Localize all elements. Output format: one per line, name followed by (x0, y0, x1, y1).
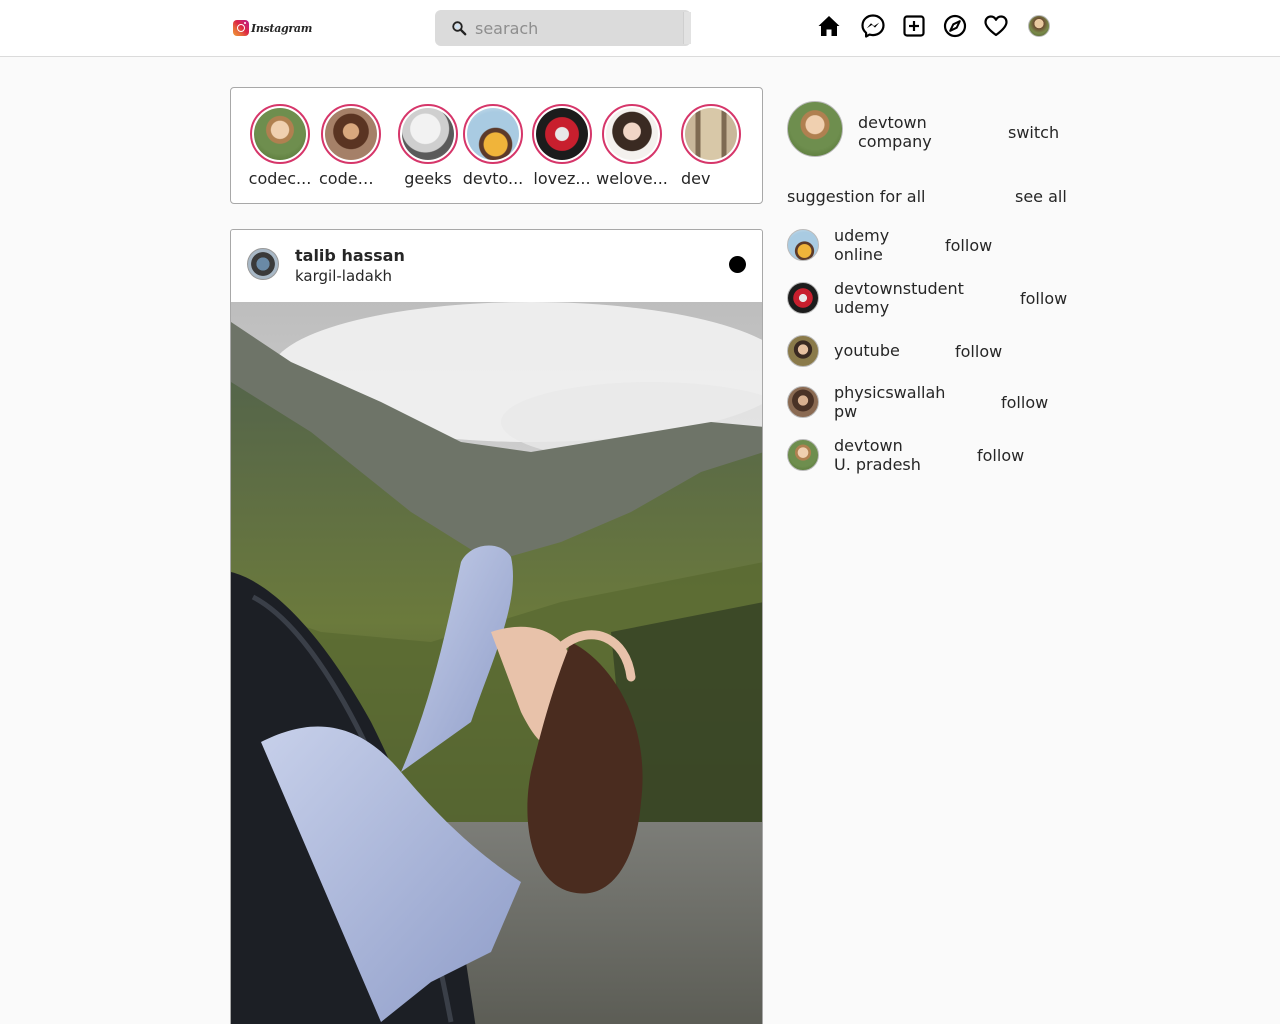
post-image[interactable] (231, 302, 763, 1024)
follow-button[interactable]: follow (1001, 393, 1048, 412)
profile-avatar[interactable] (1028, 15, 1050, 37)
story-avatar (254, 108, 306, 160)
messenger-icon[interactable] (860, 13, 886, 39)
suggestion-username[interactable]: udemy online (834, 226, 889, 264)
suggestion-avatar[interactable] (787, 386, 819, 418)
story-avatar (536, 108, 588, 160)
suggestion-username[interactable]: physicswallah pw (834, 383, 945, 421)
instagram-camera-icon (233, 20, 249, 36)
post-author-username[interactable]: talib hassan (295, 246, 405, 265)
suggestion-username[interactable]: youtube (834, 341, 900, 360)
switch-account-button[interactable]: switch (1008, 123, 1059, 142)
story-avatar (606, 108, 658, 160)
current-user-avatar[interactable] (787, 101, 843, 157)
follow-button[interactable]: follow (1020, 289, 1067, 308)
new-post-icon[interactable] (901, 13, 927, 39)
search-input[interactable] (475, 16, 675, 40)
suggestion-avatar[interactable] (787, 282, 819, 314)
suggestion-avatar[interactable] (787, 439, 819, 471)
stories-bar: codec... codeni... geeks devto... lovez.… (230, 87, 763, 204)
story-item[interactable]: dev (679, 104, 743, 188)
suggestions-heading: suggestion for all (787, 187, 926, 206)
story-username: geeks (404, 169, 452, 188)
top-navbar: Instagram (0, 0, 1280, 57)
story-avatar (325, 108, 377, 160)
suggestion-avatar[interactable] (787, 335, 819, 367)
story-username: codeni... (319, 169, 383, 188)
activity-heart-icon[interactable] (983, 13, 1009, 39)
see-all-link[interactable]: see all (1015, 187, 1067, 206)
current-user-name[interactable]: devtown company (858, 113, 932, 151)
story-item[interactable]: codeni... (319, 104, 383, 188)
story-item[interactable]: codec... (248, 104, 312, 188)
story-avatar (402, 108, 454, 160)
post-header: talib hassan kargil-ladakh (231, 230, 762, 302)
logo-wordmark: Instagram (251, 21, 313, 35)
story-username: dev (681, 169, 711, 188)
explore-icon[interactable] (942, 13, 968, 39)
follow-button[interactable]: follow (945, 236, 992, 255)
story-item[interactable]: geeks (396, 104, 460, 188)
post-options-icon[interactable] (729, 256, 746, 273)
follow-button[interactable]: follow (977, 446, 1024, 465)
story-username: welove... (596, 169, 668, 188)
search-icon (452, 21, 467, 36)
story-username: lovez... (533, 169, 591, 188)
suggestion-avatar[interactable] (787, 229, 819, 261)
feed-post: talib hassan kargil-ladakh (230, 229, 763, 1024)
home-icon[interactable] (816, 13, 842, 39)
story-username: codec... (248, 169, 312, 188)
instagram-logo[interactable]: Instagram (233, 19, 312, 37)
post-author-avatar[interactable] (247, 248, 279, 280)
story-item[interactable]: devto... (461, 104, 525, 188)
suggestion-username[interactable]: devtownstudent udemy (834, 279, 964, 317)
story-item[interactable]: lovez... (530, 104, 594, 188)
story-username: devto... (462, 169, 524, 188)
search-box[interactable] (435, 10, 691, 46)
suggestion-username[interactable]: devtown U. pradesh (834, 436, 921, 474)
story-avatar (467, 108, 519, 160)
post-location[interactable]: kargil-ladakh (295, 267, 392, 285)
follow-button[interactable]: follow (955, 342, 1002, 361)
story-item[interactable]: welove... (594, 104, 670, 188)
story-avatar (685, 108, 737, 160)
